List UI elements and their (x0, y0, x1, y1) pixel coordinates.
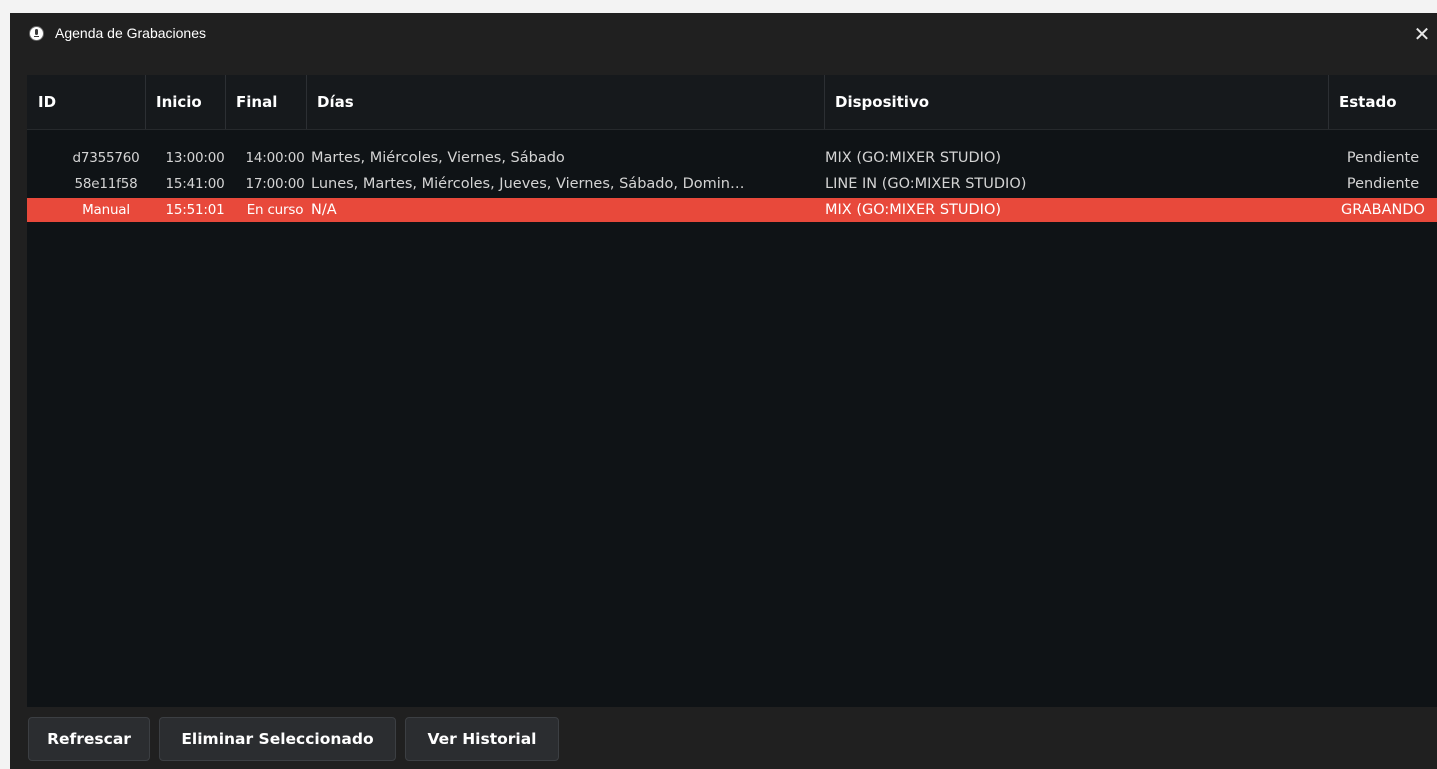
schedule-table: ID Inicio Final Días Dispositivo Estado … (27, 75, 1437, 707)
close-icon[interactable]: ✕ (1407, 19, 1437, 49)
refresh-button[interactable]: Refrescar (28, 717, 150, 761)
view-history-button[interactable]: Ver Historial (405, 717, 559, 761)
recording-schedule-window: Agenda de Grabaciones ✕ ID Inicio Final … (10, 13, 1437, 769)
column-header-dias[interactable]: Días (307, 75, 825, 129)
cell-estado: Pendiente (1346, 150, 1420, 166)
column-header-inicio[interactable]: Inicio (146, 75, 226, 129)
column-header-final[interactable]: Final (226, 75, 307, 129)
cell-dispositivo: MIX (GO:MIXER STUDIO) (825, 150, 1002, 166)
table-row[interactable]: 58e11f58 15:41:00 17:00:00 Lunes, Martes… (27, 172, 1437, 196)
table-row[interactable]: d7355760 13:00:00 14:00:00 Martes, Miérc… (27, 146, 1437, 170)
column-header-estado[interactable]: Estado (1329, 75, 1437, 129)
cell-id: 58e11f58 (74, 176, 138, 192)
delete-selected-button[interactable]: Eliminar Seleccionado (159, 717, 396, 761)
cell-final: 14:00:00 (245, 150, 305, 166)
cell-estado: Pendiente (1346, 176, 1420, 192)
title-bar: Agenda de Grabaciones ✕ (10, 13, 1437, 55)
column-header-dispositivo[interactable]: Dispositivo (825, 75, 1329, 129)
cell-id: Manual (82, 202, 130, 218)
cell-final: 17:00:00 (245, 176, 305, 192)
cell-inicio: 15:51:01 (165, 202, 225, 218)
cell-id: d7355760 (72, 150, 140, 166)
cell-dias: N/A (311, 202, 337, 218)
button-bar: Refrescar Eliminar Seleccionado Ver Hist… (10, 707, 1437, 769)
cell-estado: GRABANDO (1341, 202, 1425, 218)
microphone-icon (30, 27, 43, 40)
cell-final: En curso (246, 202, 304, 218)
table-header: ID Inicio Final Días Dispositivo Estado (27, 75, 1437, 130)
cell-inicio: 13:00:00 (165, 150, 225, 166)
cell-dispositivo: MIX (GO:MIXER STUDIO) (825, 202, 1002, 218)
cell-dias: Lunes, Martes, Miércoles, Jueves, Vierne… (311, 176, 745, 192)
window-title: Agenda de Grabaciones (55, 25, 206, 41)
cell-inicio: 15:41:00 (165, 176, 225, 192)
cell-dias: Martes, Miércoles, Viernes, Sábado (311, 150, 565, 166)
cell-dispositivo: LINE IN (GO:MIXER STUDIO) (825, 176, 1027, 192)
table-row-selected[interactable]: Manual 15:51:01 En curso N/A MIX (GO:MIX… (27, 198, 1437, 222)
column-header-id[interactable]: ID (27, 75, 146, 129)
